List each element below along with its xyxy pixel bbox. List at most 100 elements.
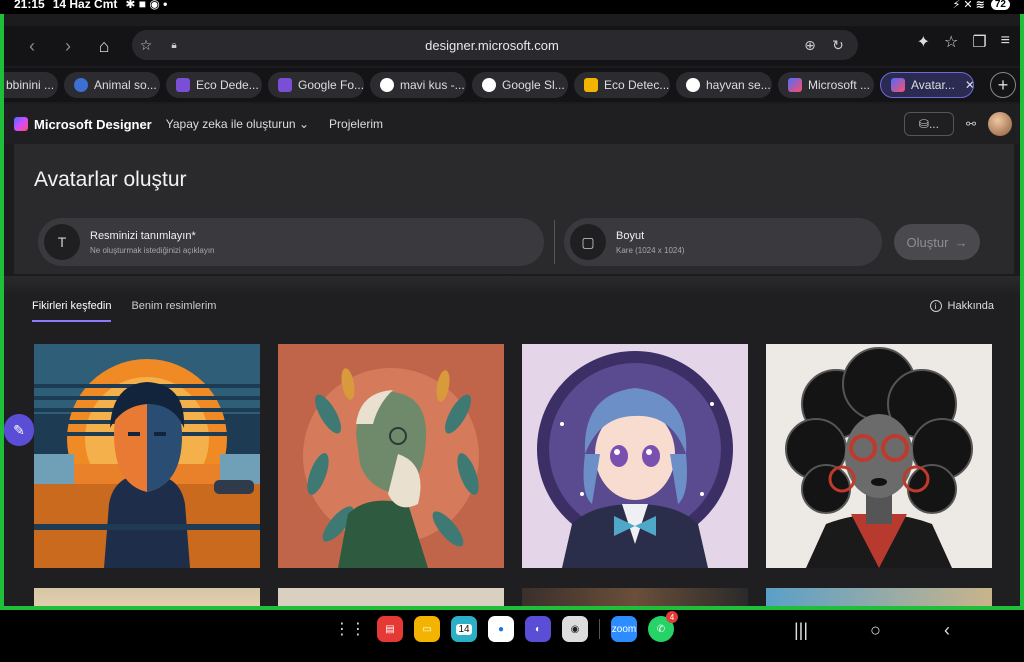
browser-tab[interactable]: Microsoft ... [778,72,874,98]
old-man-artwork [278,344,504,568]
tabs-overview-icon[interactable]: ❐ [972,32,986,52]
calendar-day: 14 [456,623,472,635]
app-drawer-icon[interactable]: ⋮⋮ [334,619,366,639]
gallery-image-anime-girl[interactable] [522,344,748,568]
browser-tab-active[interactable]: Avatar... ✕ [880,72,974,98]
tab-label: mavi kus -... [400,78,465,92]
google-icon [482,78,496,92]
tab-favicon-icon [74,78,88,92]
curly-woman-artwork [766,344,992,568]
browser-tab[interactable]: bbinini ... [4,72,58,98]
browser-tab[interactable]: Google Fo... [268,72,364,98]
chevron-down-icon: ⌄ [298,117,310,131]
avatar[interactable] [988,112,1012,136]
notification-icons: ✱ ■ ◉ • [125,0,168,11]
size-field-value: Kare (1024 x 1024) [616,245,685,255]
menu-icon[interactable]: ≡ [1001,32,1010,52]
camera-app-icon[interactable]: ◉ [562,616,588,642]
link-icon[interactable]: ⚯ [966,117,976,131]
create-label: Oluştur [906,234,949,250]
dock-divider [599,619,600,639]
gallery-image-retro-man[interactable] [34,344,260,568]
browser-tab[interactable]: Eco Dede... [166,72,262,98]
designer-icon [788,78,802,92]
about-button[interactable]: i Hakkında [929,300,994,312]
credits-button[interactable]: ⛁... [903,112,954,136]
square-size-icon: ▢ [570,224,606,260]
app-name[interactable]: Microsoft Designer [34,117,152,132]
tab-label: Eco Dede... [196,78,259,92]
whatsapp-app-icon[interactable]: ✆ 4 [648,611,678,642]
tab-explore-ideas[interactable]: Fikirleri keşfedin [32,300,112,322]
bookmark-star-icon[interactable]: ☆ [132,37,160,54]
gallery-image-partial[interactable] [766,588,992,606]
browser-app-icon[interactable]: ◐ [525,616,551,642]
ai-sparkle-icon[interactable]: ✦ [917,32,930,52]
browser-tab[interactable]: Google Sl... [472,72,568,98]
size-selector[interactable]: ▢ Boyut Kare (1024 x 1024) [564,218,882,266]
app-header: Microsoft Designer Yapay zeka ile oluştu… [4,104,1020,144]
describe-image-input[interactable]: T Resminizi tanımlayın* Ne oluşturmak is… [38,218,544,266]
favorites-icon[interactable]: ☆ [944,32,958,52]
browser-window: ‹ › ⌂ ☆ 🔒︎ designer.microsoft.com ⊕ ↻ ✦ … [0,6,1024,610]
calendar-app-icon[interactable]: 14 [451,616,477,642]
browser-tab[interactable]: Animal so... [64,72,160,98]
address-bar[interactable]: ☆ 🔒︎ designer.microsoft.com ⊕ ↻ [132,30,858,60]
slides-icon [584,78,598,92]
reload-icon[interactable]: ↻ [824,37,852,54]
describe-field-placeholder: Ne oluşturmak istediğinizi açıklayın [90,245,215,255]
gallery-image-partial[interactable] [278,588,504,606]
tab-my-images[interactable]: Benim resimlerim [131,300,216,322]
forward-icon[interactable]: › [50,28,86,64]
app-dock: ⋮⋮ ▤ ▭ 14 ● ◐ ◉ zoom ✆ 4 [334,611,678,642]
home-icon[interactable]: ⌂ [86,28,122,64]
retro-man-artwork [34,344,260,568]
text-prompt-icon: T [44,224,80,260]
browser-tab[interactable]: mavi kus -... [370,72,466,98]
close-tab-icon[interactable]: ✕ [965,78,973,92]
url-text[interactable]: designer.microsoft.com [188,38,796,53]
browser-tab[interactable]: Eco Detec... [574,72,670,98]
create-with-ai-menu[interactable]: Yapay zeka ile oluşturun ⌄ [166,117,309,131]
back-button-icon[interactable]: ‹ [944,620,950,641]
gallery-image-curly-woman[interactable] [766,344,992,568]
gallery-section: Fikirleri keşfedin Benim resimlerim i Hak… [4,276,1020,606]
pen-icon: ✎ [13,421,25,438]
projects-link[interactable]: Projelerim [329,117,383,131]
battery-indicator: 72 [990,0,1010,10]
status-date: 14 Haz Cmt [52,0,118,11]
designer-icon [891,78,905,92]
back-icon[interactable]: ‹ [14,28,50,64]
page-title: Avatarlar oluştur [34,168,187,191]
prompt-panel: Avatarlar oluştur T Resminizi tanımlayın… [14,144,1014,274]
gallery-image-old-man-leaves[interactable] [278,344,504,568]
signal-icons: ⚡ ✕ ≋ [952,0,985,11]
browser-tab[interactable]: hayvan se... [676,72,772,98]
messages-app-icon[interactable]: ● [488,616,514,642]
notes-app-icon[interactable]: ▤ [377,616,403,642]
designer-floating-button[interactable]: ✎ [4,414,34,446]
tab-label: Avatar... [911,78,955,92]
tab-label: bbinini ... [6,78,55,92]
tab-favicon-icon [176,78,190,92]
zoom-app-icon[interactable]: zoom [611,616,637,642]
lock-icon: 🔒︎ [171,39,177,51]
notification-badge: 4 [666,611,678,623]
recent-apps-icon[interactable]: ||| [794,620,808,641]
download-icon[interactable]: ⊕ [796,37,824,54]
tab-label: Animal so... [94,78,157,92]
gallery-image-partial[interactable] [34,588,260,606]
files-app-icon[interactable]: ▭ [414,616,440,642]
info-icon: i [929,300,942,312]
google-icon [380,78,394,92]
google-icon [686,78,700,92]
gallery-image-partial[interactable] [522,588,748,606]
browser-toolbar: ‹ › ⌂ ☆ 🔒︎ designer.microsoft.com ⊕ ↻ ✦ … [4,26,1020,66]
tab-favicon-icon [278,78,292,92]
divider [554,220,555,264]
home-button-icon[interactable]: ○ [870,620,881,641]
new-tab-button[interactable]: + [990,72,1016,98]
tab-label: hayvan se... [706,78,771,92]
create-button[interactable]: Oluştur → [894,224,980,260]
android-navigation-bar: ⋮⋮ ▤ ▭ 14 ● ◐ ◉ zoom ✆ 4 ||| ○ ‹ [0,610,1024,662]
